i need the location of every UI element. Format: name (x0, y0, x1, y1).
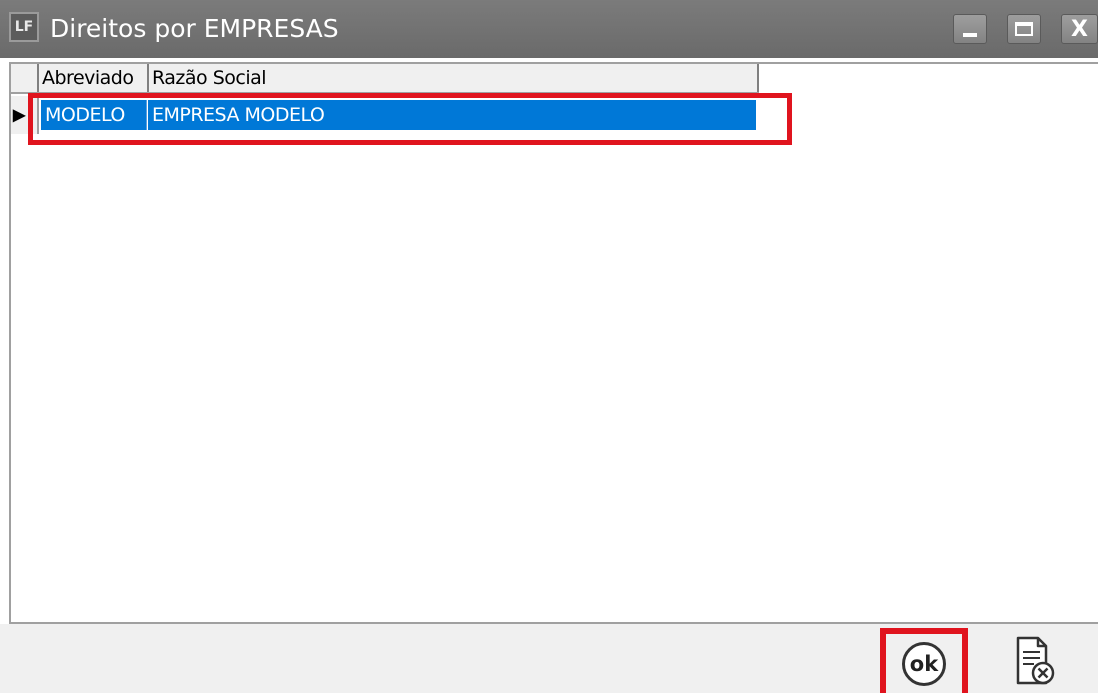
app-logo-icon: LF (9, 12, 39, 42)
cell-razao-social[interactable]: EMPRESA MODELO (148, 100, 756, 130)
cell-abreviado[interactable]: MODELO (41, 100, 147, 130)
direitos-por-empresas-window: LF Direitos por EMPRESAS X Abreviado Raz… (0, 0, 1098, 693)
row-pointer-icon: ▶ (11, 96, 39, 134)
minimize-button[interactable] (953, 14, 987, 44)
grid-header: Abreviado Razão Social (11, 64, 759, 94)
maximize-icon (1015, 22, 1033, 36)
cancel-button[interactable] (1010, 635, 1060, 689)
close-icon: X (1071, 16, 1088, 42)
empresas-grid[interactable]: Abreviado Razão Social ▶ MODELO EMPRESA … (9, 62, 1098, 622)
maximize-button[interactable] (1007, 14, 1041, 44)
column-header-razao-social[interactable]: Razão Social (149, 64, 759, 92)
column-header-abreviado[interactable]: Abreviado (39, 64, 149, 92)
title-bar[interactable]: LF Direitos por EMPRESAS X (0, 0, 1098, 58)
close-button[interactable]: X (1061, 14, 1098, 44)
ok-circle-icon: ok (902, 641, 946, 686)
window-title: Direitos por EMPRESAS (50, 14, 339, 43)
row-indicator-header (11, 64, 39, 92)
table-row[interactable]: ▶ MODELO EMPRESA MODELO (11, 96, 759, 134)
document-cancel-icon (1016, 636, 1055, 685)
minimize-icon (963, 33, 977, 37)
ok-button[interactable]: ok (880, 628, 968, 693)
